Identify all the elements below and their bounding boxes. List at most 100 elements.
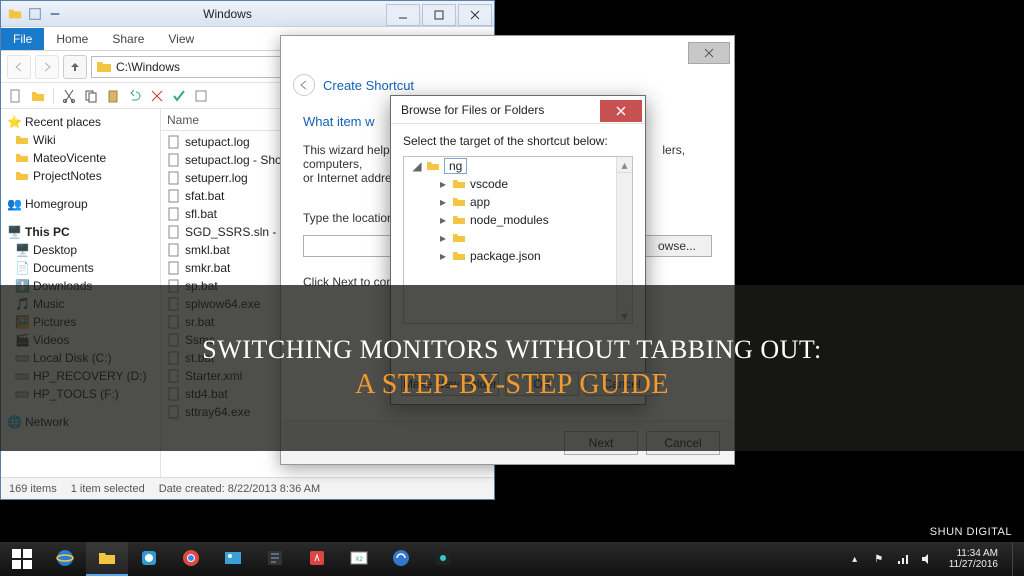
nav-item[interactable]: ProjectNotes <box>1 167 160 185</box>
pc-icon: 🖥️ <box>7 225 21 239</box>
taskbar-chrome[interactable] <box>170 542 212 576</box>
tool-paste-icon[interactable] <box>104 87 122 105</box>
nav-homegroup[interactable]: 👥Homegroup <box>1 195 160 213</box>
tray-chevron-up-icon[interactable]: ▴ <box>847 551 863 567</box>
folder-icon <box>7 6 23 22</box>
nav-item[interactable]: 🖥️Desktop <box>1 241 160 259</box>
file-icon <box>167 153 181 167</box>
windows-logo-icon <box>12 549 32 569</box>
tray-flag-icon[interactable]: ⚑ <box>871 551 887 567</box>
taskbar-app-cyan[interactable] <box>380 542 422 576</box>
wizard-browse-button[interactable]: owse... <box>642 235 712 257</box>
star-icon: ⭐ <box>7 115 21 129</box>
folder-icon <box>452 249 466 263</box>
nav-recent-places[interactable]: ⭐Recent places <box>1 113 160 131</box>
taskbar-app-blue[interactable] <box>128 542 170 576</box>
tree-node-label: node_modules <box>470 213 549 227</box>
folder-icon <box>452 195 466 209</box>
tree-node[interactable]: ▸ node_modules <box>404 211 632 229</box>
taskbar-app-pics[interactable] <box>212 542 254 576</box>
file-icon <box>167 207 181 221</box>
tool-undo-icon[interactable] <box>126 87 144 105</box>
folder-icon <box>452 231 466 245</box>
address-path: C:\Windows <box>116 60 180 74</box>
tool-new-icon[interactable] <box>7 87 25 105</box>
tree-node[interactable]: ▸ <box>404 229 632 247</box>
expand-icon[interactable]: ▸ <box>438 231 448 245</box>
tool-prop-icon[interactable] <box>192 87 210 105</box>
minimize-button[interactable] <box>386 4 420 26</box>
expand-icon[interactable]: ▸ <box>438 195 448 209</box>
wizard-desc-a: This wizard helps <box>303 143 396 157</box>
tray-network-icon[interactable] <box>895 551 911 567</box>
start-button[interactable] <box>0 542 44 576</box>
tree-node[interactable]: ▸ app <box>404 193 632 211</box>
tree-node-root[interactable]: ◢ ng <box>404 157 632 175</box>
taskbar-explorer[interactable] <box>86 542 128 576</box>
file-name: sfat.bat <box>185 189 224 203</box>
nav-item[interactable]: 📄Documents <box>1 259 160 277</box>
taskbar-ie[interactable] <box>44 542 86 576</box>
status-date: Date created: 8/22/2013 8:36 AM <box>159 483 320 495</box>
tab-file[interactable]: File <box>1 28 44 50</box>
nav-item[interactable]: MateoVicente <box>1 149 160 167</box>
tree-root-label: ng <box>444 158 467 174</box>
expand-icon[interactable]: ▸ <box>438 213 448 227</box>
taskbar-app-editor[interactable] <box>254 542 296 576</box>
tree-node[interactable]: ▸package.json <box>404 247 632 265</box>
scroll-up-icon[interactable]: ▴ <box>617 157 632 173</box>
tray-time: 11:34 AM <box>949 548 998 559</box>
collapse-icon[interactable]: ◢ <box>412 159 422 173</box>
show-desktop-button[interactable] <box>1012 542 1020 576</box>
file-icon <box>167 243 181 257</box>
tool-check-icon[interactable] <box>170 87 188 105</box>
nav-up-button[interactable] <box>63 55 87 79</box>
qat-dropdown-icon[interactable] <box>47 6 63 22</box>
homegroup-icon: 👥 <box>7 197 21 211</box>
maximize-button[interactable] <box>422 4 456 26</box>
file-icon <box>167 135 181 149</box>
folder-icon <box>452 213 466 227</box>
tray-clock[interactable]: 11:34 AM 11/27/2016 <box>943 548 1004 570</box>
explorer-titlebar[interactable]: Windows <box>1 1 494 27</box>
browse-titlebar[interactable]: Browse for Files or Folders <box>391 96 645 124</box>
tab-share[interactable]: Share <box>100 28 156 50</box>
tool-delete-icon[interactable] <box>148 87 166 105</box>
nav-this-pc[interactable]: 🖥️This PC <box>1 223 160 241</box>
system-tray[interactable]: ▴ ⚑ 11:34 AM 11/27/2016 <box>843 542 1024 576</box>
svg-text:X2: X2 <box>355 557 363 563</box>
wizard-close-button[interactable] <box>688 42 730 64</box>
tab-home[interactable]: Home <box>44 28 100 50</box>
nav-forward-button[interactable] <box>35 55 59 79</box>
tool-copy-icon[interactable] <box>82 87 100 105</box>
qat-props-icon[interactable] <box>27 6 43 22</box>
folder-icon <box>426 159 440 173</box>
taskbar-x2go[interactable]: X2 <box>338 542 380 576</box>
address-bar[interactable]: C:\Windows <box>91 56 306 78</box>
folder-icon <box>96 59 112 75</box>
close-button[interactable] <box>458 4 492 26</box>
tray-date: 11/27/2016 <box>949 559 998 570</box>
nav-item[interactable]: Wiki <box>1 131 160 149</box>
tool-cut-icon[interactable] <box>60 87 78 105</box>
taskbar[interactable]: X2 ▴ ⚑ 11:34 AM 11/27/2016 <box>0 542 1024 576</box>
expand-icon[interactable]: ▸ <box>438 249 448 263</box>
tree-node[interactable]: ▸vscode <box>404 175 632 193</box>
tree-node-label: app <box>470 195 490 209</box>
wizard-titlebar[interactable] <box>281 36 734 70</box>
file-icon <box>167 261 181 275</box>
wizard-back-button[interactable] <box>293 74 315 96</box>
tool-open-icon[interactable] <box>29 87 47 105</box>
nav-back-button[interactable] <box>7 55 31 79</box>
taskbar-app-sound[interactable] <box>296 542 338 576</box>
taskbar-app-dark[interactable] <box>422 542 464 576</box>
browse-close-button[interactable] <box>600 100 642 122</box>
tab-view[interactable]: View <box>156 28 206 50</box>
tray-volume-icon[interactable] <box>919 551 935 567</box>
file-name: smkl.bat <box>185 243 230 257</box>
brand-watermark: SHUN DIGITAL <box>930 526 1012 538</box>
status-bar: 169 items 1 item selected Date created: … <box>1 477 494 499</box>
expand-icon[interactable]: ▸ <box>438 177 448 191</box>
desktop-icon: 🖥️ <box>15 243 29 257</box>
browse-title: Browse for Files or Folders <box>401 103 544 117</box>
